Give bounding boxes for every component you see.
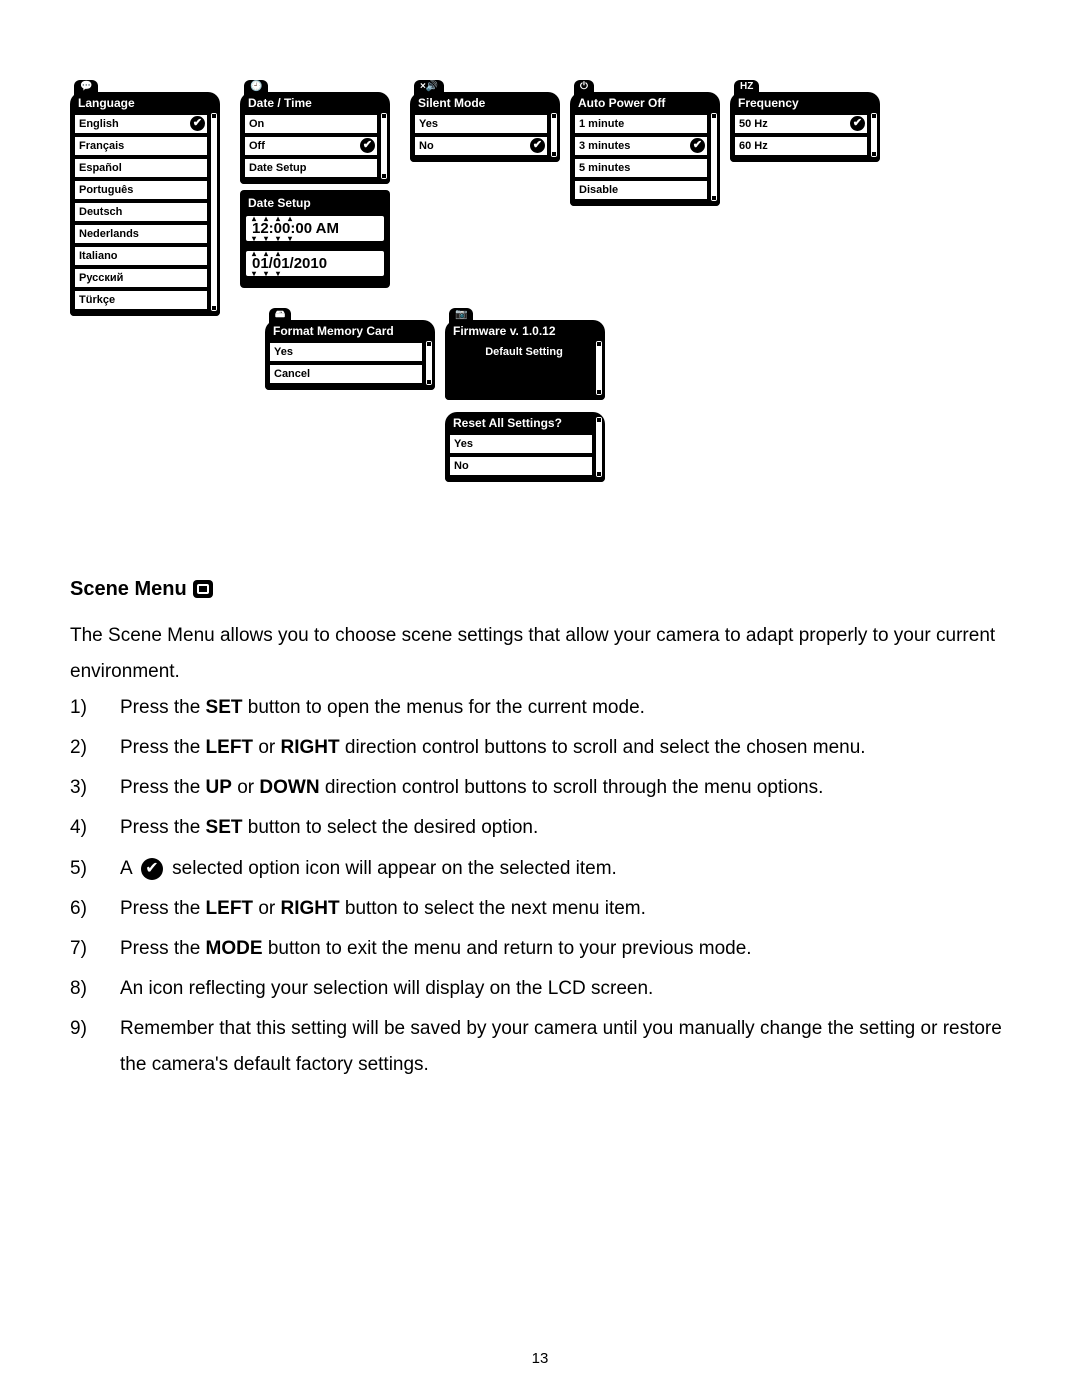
time-field[interactable]: ▴▴▴▴ 12:00:00 AM ▾▾▾▾ [244, 214, 386, 243]
camera-icon: 📷 [449, 308, 473, 324]
menu-item[interactable]: Off✔ [244, 136, 378, 156]
section-intro: The Scene Menu allows you to choose scen… [70, 618, 1010, 690]
check-icon: ✔ [190, 116, 205, 131]
check-icon: ✔ [141, 858, 163, 880]
menu-title: Reset All Settings? [445, 412, 605, 434]
step: 9) Remember that this setting will be sav… [70, 1011, 1010, 1083]
step: 8) An icon reflecting your selection will… [70, 971, 1010, 1007]
step-number: 1) [70, 690, 94, 726]
step: 5) A ✔ selected option icon will appear o… [70, 851, 1010, 887]
step: 6) Press the LEFT or RIGHT button to sele… [70, 891, 1010, 927]
step-number: 7) [70, 931, 94, 967]
menu-item[interactable]: No [449, 456, 593, 476]
step-text: Press the LEFT or RIGHT button to select… [120, 891, 646, 927]
step: 4) Press the SET button to select the des… [70, 810, 1010, 846]
scene-icon [193, 580, 213, 598]
mute-icon: ×🔊 [414, 80, 444, 96]
menu-item[interactable]: No✔ [414, 136, 548, 156]
scene-menu-section: Scene Menu The Scene Menu allows you to … [70, 570, 1010, 1083]
menu-item[interactable]: 1 minute [574, 114, 708, 134]
clock-icon: 🕘 [244, 80, 268, 96]
menu-datetime: 🕘 Date / Time On Off✔ Date Setup [240, 92, 390, 184]
page-number: 13 [0, 1350, 1080, 1367]
step-text: A ✔ selected option icon will appear on … [120, 851, 617, 887]
step: 2) Press the LEFT or RIGHT direction cont… [70, 730, 1010, 766]
menu-screenshots: 💬 Language English✔ Français Español Por… [70, 80, 1010, 540]
step-text: An icon reflecting your selection will d… [120, 971, 653, 1007]
scrollbar[interactable] [550, 112, 558, 158]
menu-item[interactable]: Cancel [269, 364, 423, 384]
date-field[interactable]: ▴▴▴ 01/01/2010 ▾▾▾ [244, 249, 386, 278]
menu-item[interactable]: Date Setup [244, 158, 378, 178]
step-number: 3) [70, 770, 94, 806]
panel-date-setup: Date Setup ▴▴▴▴ 12:00:00 AM ▾▾▾▾ ▴▴▴ 01/… [240, 190, 390, 288]
step: 1) Press the SET button to open the menus… [70, 690, 1010, 726]
menu-reset: Reset All Settings? Yes No [445, 412, 605, 482]
menu-item[interactable]: Français [74, 136, 208, 156]
menu-firmware: 📷 Firmware v. 1.0.12 Default Setting [445, 320, 605, 400]
menu-item[interactable]: 3 minutes✔ [574, 136, 708, 156]
step-number: 8) [70, 971, 94, 1007]
panel-title: Date Setup [244, 194, 386, 214]
power-icon: ⏻ [574, 80, 594, 96]
step-text: Press the LEFT or RIGHT direction contro… [120, 730, 866, 766]
menu-item[interactable]: Yes [269, 342, 423, 362]
menu-item[interactable]: On [244, 114, 378, 134]
scrollbar[interactable] [710, 112, 718, 202]
menu-language: 💬 Language English✔ Français Español Por… [70, 92, 220, 316]
step: 3) Press the UP or DOWN direction control… [70, 770, 1010, 806]
scrollbar[interactable] [595, 416, 603, 478]
step-text: Press the SET button to select the desir… [120, 810, 538, 846]
menu-item[interactable]: Español [74, 158, 208, 178]
menu-frequency: HZ Frequency 50 Hz✔ 60 Hz [730, 92, 880, 162]
scrollbar[interactable] [210, 112, 218, 312]
menu-item[interactable]: 5 minutes [574, 158, 708, 178]
menu-item[interactable]: Nederlands [74, 224, 208, 244]
menu-item[interactable]: Português [74, 180, 208, 200]
step-text: Remember that this setting will be saved… [120, 1011, 1010, 1083]
menu-item[interactable]: Yes [414, 114, 548, 134]
step-number: 5) [70, 851, 94, 887]
scrollbar[interactable] [870, 112, 878, 158]
steps-list: 1) Press the SET button to open the menus… [70, 690, 1010, 1083]
scrollbar[interactable] [595, 340, 603, 396]
menu-item[interactable]: Deutsch [74, 202, 208, 222]
check-icon: ✔ [690, 138, 705, 153]
step: 7) Press the MODE button to exit the menu… [70, 931, 1010, 967]
step-number: 6) [70, 891, 94, 927]
menu-item[interactable]: Italiano [74, 246, 208, 266]
menu-autopower: ⏻ Auto Power Off 1 minute 3 minutes✔ 5 m… [570, 92, 720, 206]
check-icon: ✔ [530, 138, 545, 153]
step-text: Press the MODE button to exit the menu a… [120, 931, 752, 967]
menu-item[interactable]: Türkçe [74, 290, 208, 310]
card-icon: 🖴 [269, 308, 291, 324]
speech-icon: 💬 [74, 80, 98, 96]
menu-format: 🖴 Format Memory Card Yes Cancel [265, 320, 435, 390]
menu-item[interactable]: 60 Hz [734, 136, 868, 156]
step-number: 2) [70, 730, 94, 766]
menu-item[interactable]: English✔ [74, 114, 208, 134]
section-heading: Scene Menu [70, 570, 1010, 608]
step-text: Press the SET button to open the menus f… [120, 690, 645, 726]
menu-item[interactable]: Disable [574, 180, 708, 200]
step-text: Press the UP or DOWN direction control b… [120, 770, 823, 806]
menu-item[interactable]: 50 Hz✔ [734, 114, 868, 134]
menu-item[interactable]: Yes [449, 434, 593, 454]
check-icon: ✔ [360, 138, 375, 153]
hz-icon: HZ [734, 80, 759, 96]
menu-silent: ×🔊 Silent Mode Yes No✔ [410, 92, 560, 162]
manual-page: 💬 Language English✔ Français Español Por… [0, 0, 1080, 1397]
step-number: 9) [70, 1011, 94, 1083]
scrollbar[interactable] [425, 340, 433, 386]
menu-item-highlight[interactable]: Default Setting [455, 342, 593, 362]
menu-item[interactable]: Русский [74, 268, 208, 288]
scrollbar[interactable] [380, 112, 388, 180]
step-number: 4) [70, 810, 94, 846]
check-icon: ✔ [850, 116, 865, 131]
